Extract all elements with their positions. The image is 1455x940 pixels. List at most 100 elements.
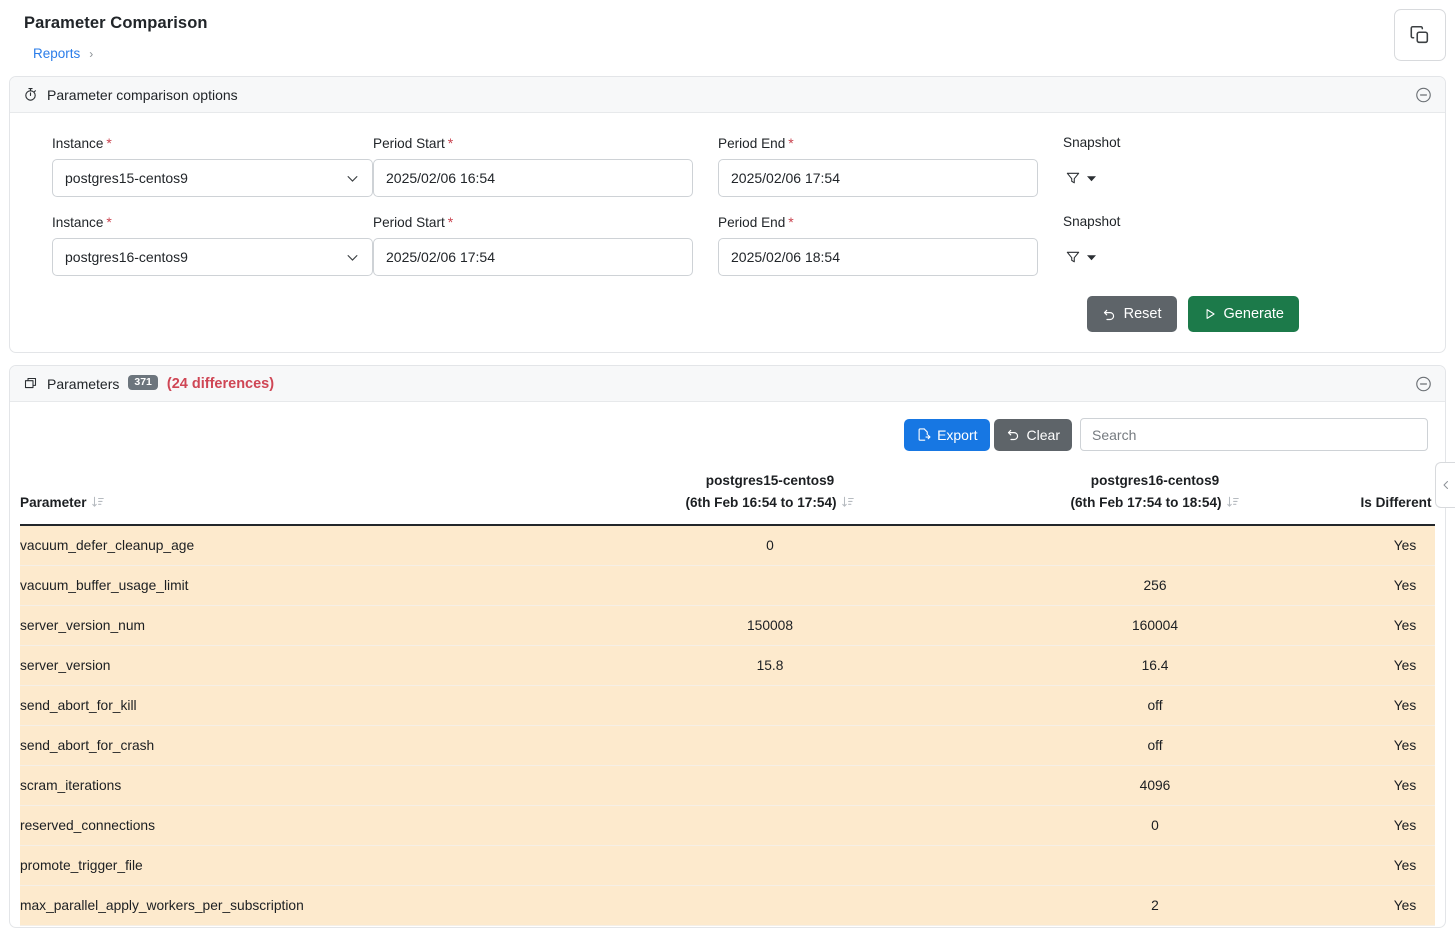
reset-button-label: Reset (1124, 306, 1162, 322)
snapshot-field-2: Snapshot (1063, 214, 1263, 276)
filter-icon (1065, 249, 1081, 265)
cell-instance-2-value: 0 (965, 805, 1345, 845)
cell-instance-1-value (575, 805, 965, 845)
column-header-instance-1[interactable]: postgres15-centos9 (6th Feb 16:54 to 17:… (575, 464, 965, 525)
clear-button[interactable]: Clear (994, 419, 1072, 451)
cell-parameter: scram_iterations (20, 765, 575, 805)
reset-button[interactable]: Reset (1087, 296, 1177, 332)
period-end-input-1[interactable]: 2025/02/06 17:54 (718, 159, 1038, 197)
required-marker: * (788, 135, 793, 151)
table-icon (23, 376, 38, 391)
table-row[interactable]: send_abort_for_killoffYes (20, 685, 1436, 725)
options-card-title: Parameter comparison options (47, 87, 238, 103)
snapshot-filter-1[interactable] (1063, 159, 1117, 197)
cell-is-different: Yes (1345, 605, 1436, 645)
instance-field-2: Instance* postgres16-centos9 (52, 214, 373, 276)
cell-parameter: vacuum_defer_cleanup_age (20, 525, 575, 565)
parameters-card-header: Parameters 371 (24 differences) (10, 366, 1445, 402)
column-header-parameter-label: Parameter (20, 495, 87, 510)
instance-field-1: Instance* postgres15-centos9 (52, 135, 373, 197)
period-end-field-2: Period End* 2025/02/06 18:54 (718, 214, 1063, 276)
instance-select-value-2: postgres16-centos9 (65, 249, 188, 265)
table-row[interactable]: promote_trigger_file Yes (20, 845, 1436, 885)
sidebar-collapse-handle[interactable] (1435, 462, 1455, 508)
column-header-instance-2[interactable]: postgres16-centos9 (6th Feb 17:54 to 18:… (965, 464, 1345, 525)
snapshot-filter-2[interactable] (1063, 238, 1117, 276)
instance-label-1: Instance* (52, 135, 373, 153)
cell-parameter: promote_trigger_file (20, 845, 575, 885)
cell-is-different: Yes (1345, 525, 1436, 565)
parameter-comparison-options-card: Parameter comparison options Instance* p… (9, 76, 1446, 353)
cell-parameter: vacuum_buffer_usage_limit (20, 565, 575, 605)
required-marker: * (106, 214, 111, 230)
table-row[interactable]: send_abort_for_crashoffYes (20, 725, 1436, 765)
sort-desc-icon (841, 495, 855, 509)
period-start-label-1: Period Start* (373, 135, 718, 153)
cell-instance-2-value (965, 845, 1345, 885)
export-button-label: Export (937, 427, 977, 443)
parameters-collapse-button[interactable] (1415, 375, 1432, 392)
copy-icon (1409, 24, 1431, 46)
table-row[interactable]: vacuum_buffer_usage_limit256Yes (20, 565, 1436, 605)
chevron-down-icon (345, 171, 360, 186)
period-end-input-2[interactable]: 2025/02/06 18:54 (718, 238, 1038, 276)
period-start-input-2[interactable]: 2025/02/06 17:54 (373, 238, 693, 276)
table-row[interactable]: scram_iterations 4096Yes (20, 765, 1436, 805)
play-icon (1203, 307, 1217, 321)
cell-instance-2-value: off (965, 725, 1345, 765)
options-card-header: Parameter comparison options (10, 77, 1445, 113)
column-header-instance-1-period: (6th Feb 16:54 to 17:54) (575, 492, 965, 514)
cell-parameter: reserved_connections (20, 805, 575, 845)
table-row[interactable]: server_version15.816.4Yes (20, 645, 1436, 685)
table-row[interactable]: reserved_connections0Yes (20, 805, 1436, 845)
breadcrumb-item-reports[interactable]: Reports (33, 46, 80, 61)
column-header-is-different-label: Is Different (1360, 495, 1431, 510)
cell-parameter: send_abort_for_kill (20, 685, 575, 725)
cell-is-different: Yes (1345, 845, 1436, 885)
instance-select-2[interactable]: postgres16-centos9 (52, 238, 373, 276)
comparison-row-2: Instance* postgres16-centos9 Period Star… (10, 214, 1445, 276)
caret-down-icon (1087, 174, 1096, 183)
cell-instance-2-value: 2 (965, 885, 1345, 925)
generate-button-label: Generate (1224, 306, 1284, 322)
parameters-count-badge: 371 (128, 375, 158, 391)
cell-instance-2-value: 16.4 (965, 645, 1345, 685)
column-header-is-different[interactable]: Is Different (1345, 464, 1436, 525)
parameters-table-wrapper: Parameter postgres15-centos9 (6th Feb 16… (19, 463, 1436, 927)
table-row[interactable]: max_parallel_apply_workers_per_subscript… (20, 885, 1436, 925)
cell-is-different: Yes (1345, 765, 1436, 805)
snapshot-field-1: Snapshot (1063, 135, 1263, 197)
cell-is-different: Yes (1345, 725, 1436, 765)
stopwatch-icon (23, 87, 38, 102)
cell-instance-1-value: 150008 (575, 605, 965, 645)
table-header-row: Parameter postgres15-centos9 (6th Feb 16… (20, 464, 1436, 525)
sort-desc-icon (91, 495, 105, 509)
period-end-label-1: Period End* (718, 135, 1063, 153)
cell-parameter: server_version (20, 645, 575, 685)
instance-select-1[interactable]: postgres15-centos9 (52, 159, 373, 197)
cell-instance-1-value (575, 565, 965, 605)
breadcrumb-separator: › (89, 47, 93, 61)
search-input[interactable] (1080, 418, 1428, 451)
parameters-card-title: Parameters (47, 376, 119, 392)
column-header-instance-1-label: postgres15-centos9 (706, 473, 834, 488)
column-header-instance-2-label: postgres16-centos9 (1091, 473, 1219, 488)
cell-instance-2-value: off (965, 685, 1345, 725)
table-row[interactable]: vacuum_defer_cleanup_age0Yes (20, 525, 1436, 565)
period-end-value-2: 2025/02/06 18:54 (731, 249, 840, 265)
page-header: Parameter Comparison Reports › (0, 0, 1455, 76)
cell-instance-2-value: 4096 (965, 765, 1345, 805)
export-button[interactable]: Export (904, 419, 989, 451)
generate-button[interactable]: Generate (1188, 296, 1299, 332)
required-marker: * (788, 214, 793, 230)
comparison-row-1: Instance* postgres15-centos9 Period Star… (10, 135, 1445, 197)
period-start-field-1: Period Start* 2025/02/06 16:54 (373, 135, 718, 197)
copy-button[interactable] (1394, 9, 1446, 61)
table-row[interactable]: server_version_num150008160004Yes (20, 605, 1436, 645)
chevron-left-icon (1440, 479, 1452, 491)
snapshot-label-1: Snapshot (1063, 135, 1263, 153)
cell-is-different: Yes (1345, 645, 1436, 685)
period-start-input-1[interactable]: 2025/02/06 16:54 (373, 159, 693, 197)
options-collapse-button[interactable] (1415, 86, 1432, 103)
column-header-parameter[interactable]: Parameter (20, 464, 575, 525)
